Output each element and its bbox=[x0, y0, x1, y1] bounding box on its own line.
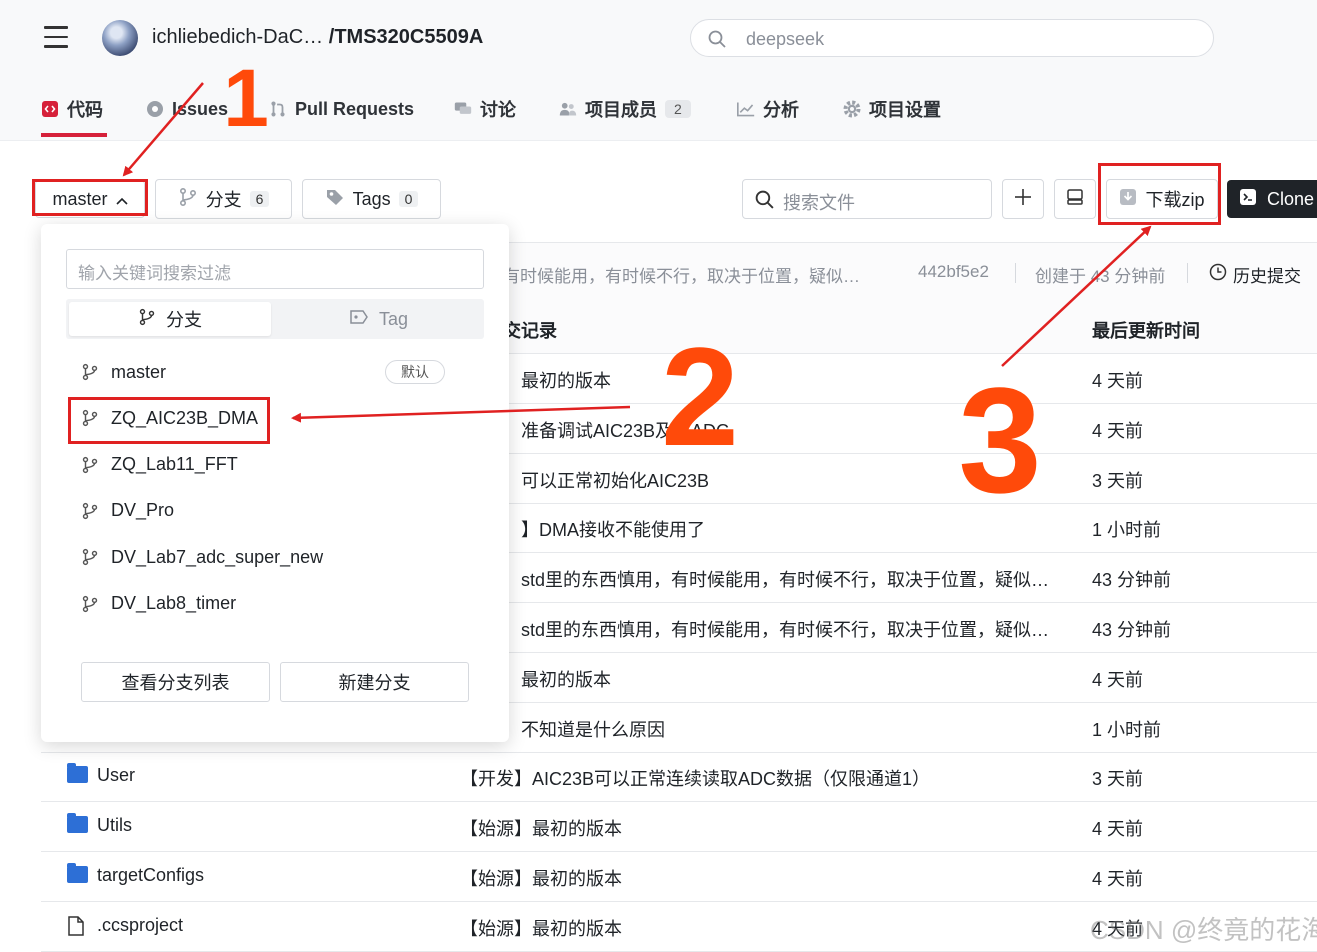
arrow-to-download bbox=[1001, 225, 1152, 367]
step-number-2: 2 bbox=[661, 318, 739, 475]
step-number-1: 1 bbox=[223, 53, 269, 144]
arrow-to-branch bbox=[291, 405, 631, 423]
step-number-3: 3 bbox=[958, 356, 1041, 524]
arrow-to-master bbox=[122, 82, 204, 177]
annotation-overlay: 1 2 3 bbox=[122, 53, 1152, 524]
watermark: CSDN @终竟的花海 bbox=[1090, 915, 1317, 945]
